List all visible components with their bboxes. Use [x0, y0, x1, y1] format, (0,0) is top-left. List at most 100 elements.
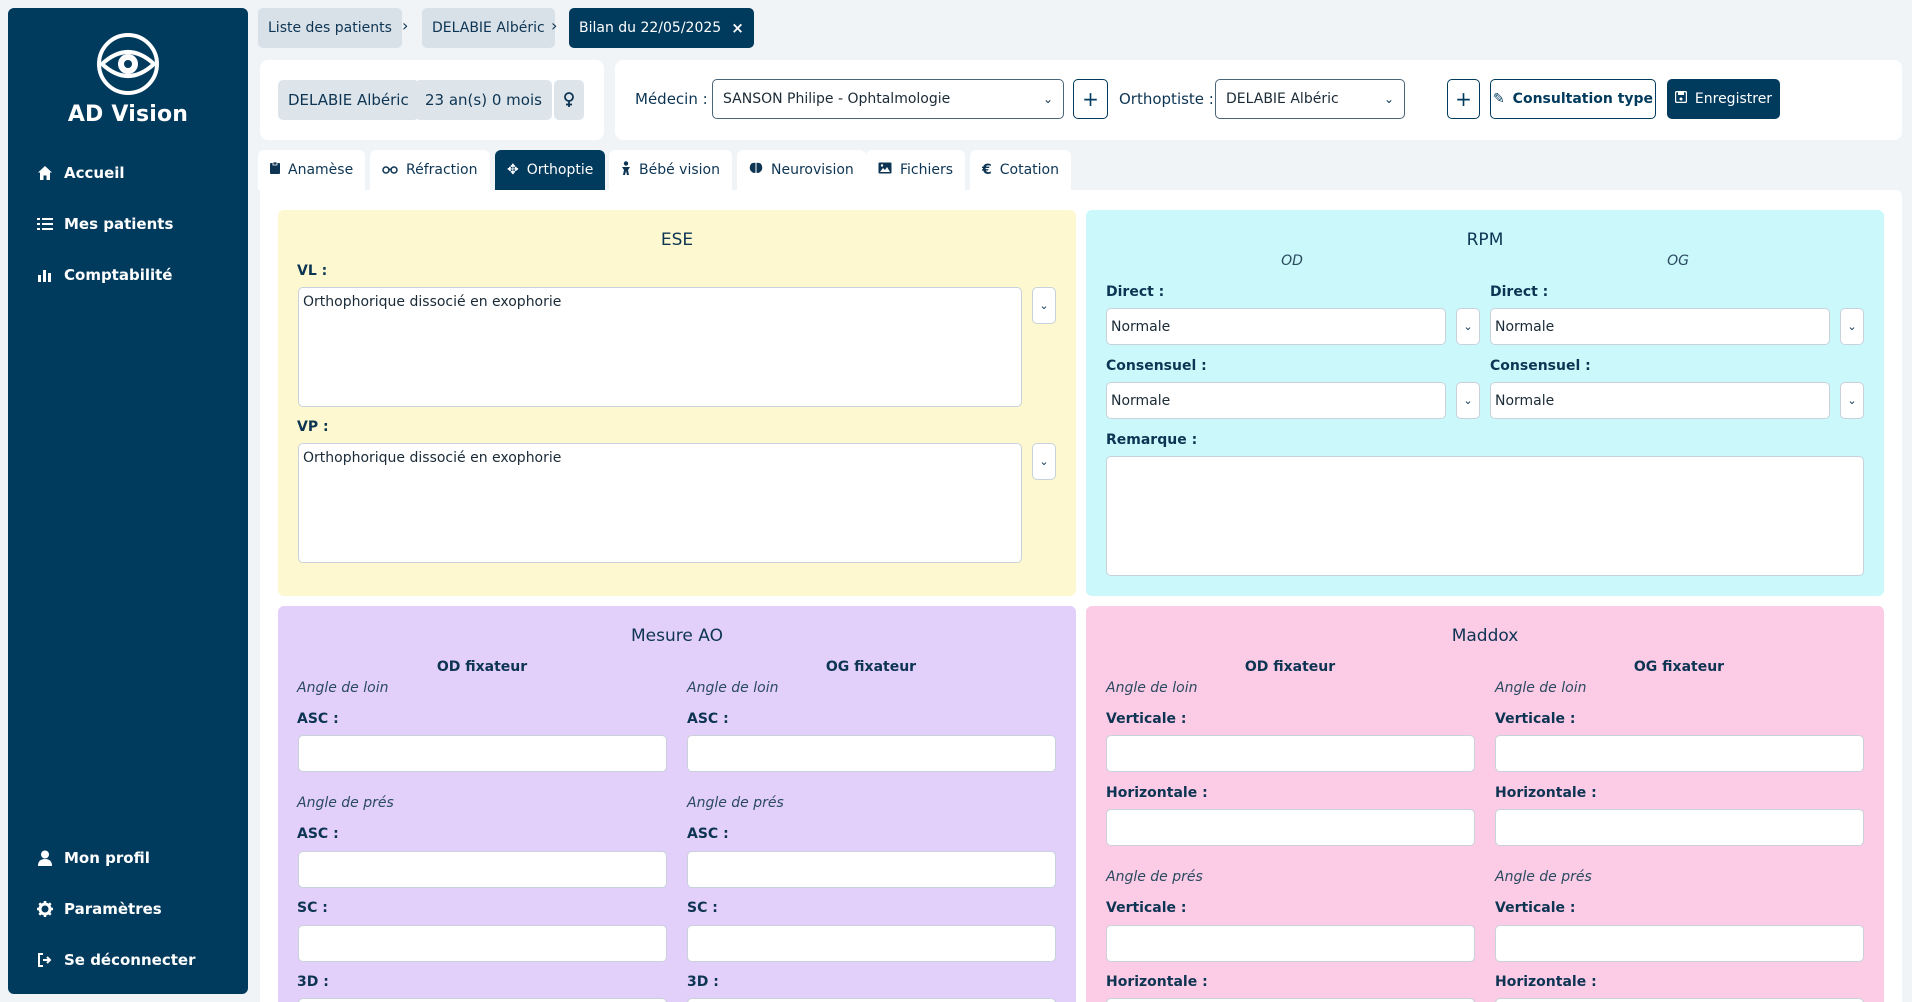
remarque-label: Remarque : — [1106, 432, 1198, 448]
og-label: OG — [1667, 253, 1689, 269]
chevron-right-icon: › — [551, 16, 558, 35]
nav-label: Comptabilité — [64, 266, 173, 284]
nav-accueil[interactable]: Accueil — [36, 164, 125, 182]
maddox-og-angle-loin-label: Angle de loin — [1495, 680, 1587, 696]
ao-od-loin-asc-label: ASC : — [297, 711, 339, 727]
tab-bebe-vision[interactable]: Bébé vision — [609, 150, 732, 190]
maddox-od-angle-pres-label: Angle de prés — [1106, 869, 1203, 885]
maddox-og-loin-horizontale-label: Horizontale : — [1495, 785, 1597, 801]
ao-od-loin-asc-input[interactable] — [298, 735, 667, 772]
tab-neurovision[interactable]: Neurovision — [737, 150, 866, 190]
og-consensuel-dropdown[interactable]: ⌄ — [1840, 382, 1864, 419]
image-icon — [878, 162, 892, 178]
og-consensuel-input[interactable]: Normale — [1490, 382, 1830, 419]
ao-od-pres-asc-input[interactable] — [298, 851, 667, 888]
logout-icon — [36, 951, 54, 969]
app-logo: AD Vision — [8, 32, 248, 127]
maddox-og-pres-horizontale-input[interactable] — [1495, 998, 1864, 1002]
maddox-og-pres-verticale-input[interactable] — [1495, 925, 1864, 962]
od-consensuel-input[interactable]: Normale — [1106, 382, 1446, 419]
sidebar: AD Vision Accueil Mes patients Comptabil… — [8, 8, 248, 994]
ao-og-sc-label: SC : — [687, 900, 718, 916]
ao-og-fixateur-label: OG fixateur — [825, 659, 917, 675]
nav-mon-profil[interactable]: Mon profil — [36, 849, 150, 867]
floppy-disk-icon — [1674, 90, 1688, 107]
og-direct-input[interactable]: Normale — [1490, 308, 1830, 345]
nav-parametres[interactable]: Paramètres — [36, 900, 162, 918]
nav-mes-patients[interactable]: Mes patients — [36, 215, 173, 233]
tab-anamese[interactable]: Anamèse — [258, 150, 366, 190]
add-orthoptiste-button[interactable]: + — [1447, 79, 1480, 119]
maddox-og-pres-horizontale-label: Horizontale : — [1495, 974, 1597, 990]
breadcrumb-patient-list[interactable]: Liste des patients — [258, 8, 402, 48]
maddox-od-angle-loin-label: Angle de loin — [1106, 680, 1198, 696]
ao-og-sc-input[interactable] — [687, 925, 1056, 962]
breadcrumb-bilan[interactable]: Bilan du 22/05/2025 × — [569, 8, 754, 48]
move-icon: ✥ — [507, 162, 519, 178]
pencil-icon: ✎ — [1492, 91, 1505, 107]
ao-og-pres-asc-input[interactable] — [687, 851, 1056, 888]
breadcrumb-patient[interactable]: DELABIE Albéric — [422, 8, 555, 48]
tab-fichiers[interactable]: Fichiers — [866, 150, 966, 190]
clipboard-icon — [270, 161, 280, 178]
od-direct-dropdown[interactable]: ⌄ — [1456, 308, 1480, 345]
gear-icon — [36, 900, 54, 918]
vp-dropdown-button[interactable]: ⌄ — [1032, 443, 1056, 480]
euro-icon: € — [982, 162, 992, 178]
od-consensuel-dropdown[interactable]: ⌄ — [1456, 382, 1480, 419]
maddox-od-loin-verticale-input[interactable] — [1106, 735, 1475, 772]
ao-og-loin-asc-input[interactable] — [687, 735, 1056, 772]
ao-od-angle-pres-label: Angle de prés — [297, 795, 394, 811]
consultation-type-button[interactable]: ✎ Consultation type — [1490, 79, 1656, 119]
mesure-ao-title: Mesure AO — [631, 626, 723, 646]
maddox-og-loin-verticale-label: Verticale : — [1495, 711, 1576, 727]
ao-od-sc-input[interactable] — [298, 925, 667, 962]
ao-og-3d-input[interactable] — [687, 998, 1056, 1002]
ao-og-angle-loin-label: Angle de loin — [687, 680, 779, 696]
vl-textarea[interactable]: Orthophorique dissocié en exophorie — [298, 287, 1022, 407]
vl-dropdown-button[interactable]: ⌄ — [1032, 287, 1056, 324]
tab-refraction[interactable]: Réfraction — [370, 150, 490, 190]
og-direct-dropdown[interactable]: ⌄ — [1840, 308, 1864, 345]
maddox-title: Maddox — [1451, 626, 1519, 646]
remarque-textarea[interactable] — [1106, 456, 1864, 576]
maddox-og-loin-horizontale-input[interactable] — [1495, 809, 1864, 846]
od-consensuel-label: Consensuel : — [1106, 358, 1207, 374]
medecin-select[interactable]: SANSON Philipe - Ophtalmologie ⌄ — [712, 79, 1064, 119]
nav-label: Se déconnecter — [64, 951, 196, 969]
consultation-type-label: Consultation type — [1512, 91, 1654, 107]
baby-icon — [621, 161, 631, 179]
od-direct-input[interactable]: Normale — [1106, 308, 1446, 345]
add-medecin-button[interactable]: + — [1073, 79, 1108, 119]
vp-textarea[interactable]: Orthophorique dissocié en exophorie — [298, 443, 1022, 563]
maddox-og-loin-verticale-input[interactable] — [1495, 735, 1864, 772]
maddox-og-pres-verticale-label: Verticale : — [1495, 900, 1576, 916]
brain-icon — [749, 162, 763, 178]
tab-label: Réfraction — [406, 162, 478, 178]
nav-label: Mon profil — [64, 849, 150, 867]
od-label: OD — [1281, 253, 1303, 269]
chevron-down-icon: ⌄ — [1042, 92, 1053, 106]
close-icon[interactable]: × — [731, 19, 744, 37]
ese-title: ESE — [660, 230, 694, 250]
tab-label: Bébé vision — [639, 162, 720, 178]
nav-label: Mes patients — [64, 215, 174, 233]
breadcrumb-label: Liste des patients — [268, 20, 392, 36]
ao-og-angle-pres-label: Angle de prés — [687, 795, 784, 811]
vl-label: VL : — [297, 263, 328, 279]
maddox-od-pres-verticale-input[interactable] — [1106, 925, 1475, 962]
save-button[interactable]: Enregistrer — [1667, 79, 1780, 119]
breadcrumb-label: DELABIE Albéric — [432, 20, 545, 36]
tab-cotation[interactable]: € Cotation — [970, 150, 1071, 190]
ao-od-3d-input[interactable] — [298, 998, 667, 1002]
tab-label: Neurovision — [771, 162, 854, 178]
maddox-od-pres-verticale-label: Verticale : — [1106, 900, 1187, 916]
maddox-od-loin-horizontale-input[interactable] — [1106, 809, 1475, 846]
maddox-od-pres-horizontale-input[interactable] — [1106, 998, 1475, 1002]
tab-orthoptie[interactable]: ✥ Orthoptie — [495, 150, 606, 190]
orthoptiste-select[interactable]: DELABIE Albéric ⌄ — [1215, 79, 1405, 119]
orthoptiste-value: DELABIE Albéric — [1226, 91, 1339, 107]
nav-se-deconnecter[interactable]: Se déconnecter — [36, 951, 195, 969]
home-icon — [36, 164, 54, 182]
nav-comptabilite[interactable]: Comptabilité — [36, 266, 172, 284]
